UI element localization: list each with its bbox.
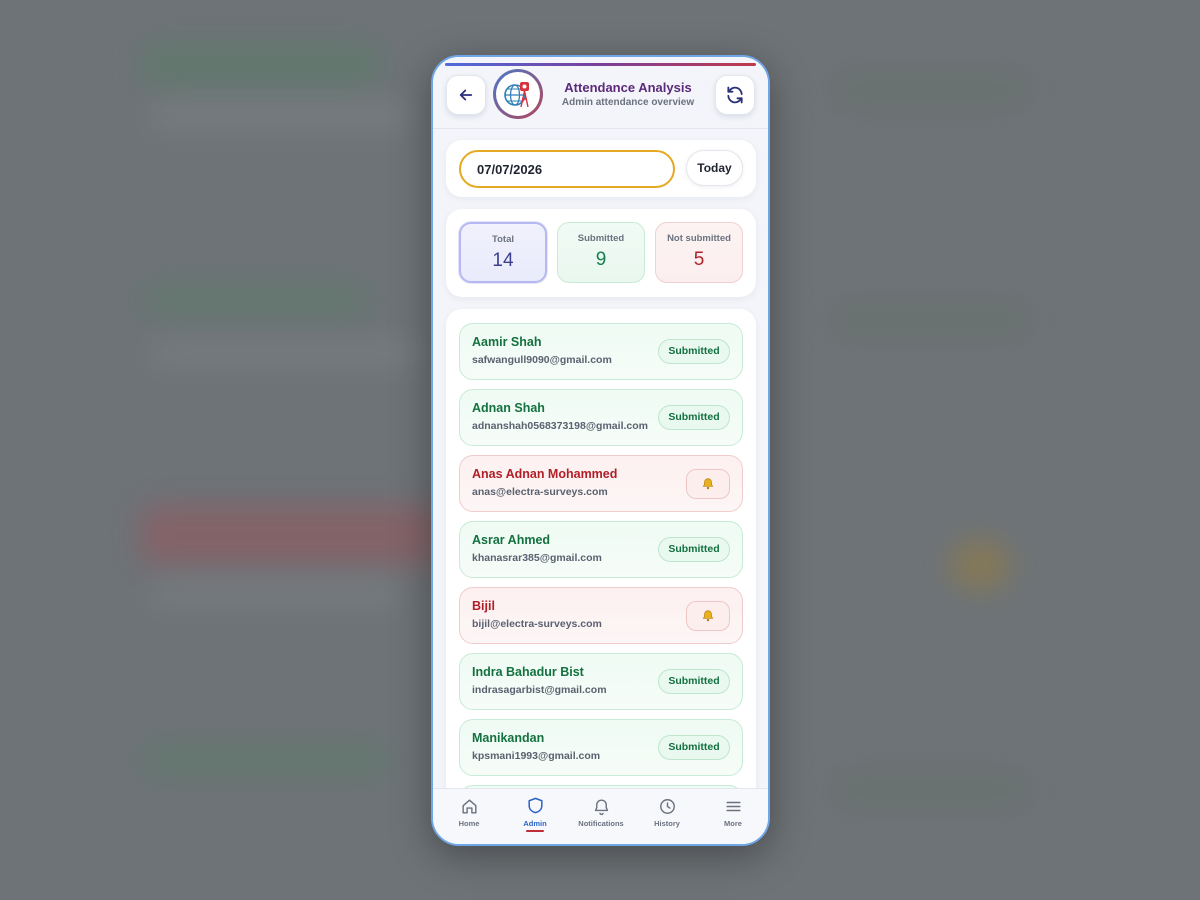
header-accent-line	[445, 63, 756, 66]
list-item[interactable]: Manikandan kpsmani1993@gmail.com Submitt…	[459, 719, 743, 776]
employee-email: adnanshah0568373198@gmail.com	[472, 420, 648, 432]
nav-history[interactable]: History	[637, 797, 697, 828]
background-blur	[140, 40, 380, 90]
background-blur	[140, 280, 370, 320]
status-badge: Submitted	[658, 339, 730, 364]
employee-email: bijil@electra-surveys.com	[472, 618, 602, 630]
background-blur	[150, 100, 410, 130]
stat-submitted-label: Submitted	[577, 233, 625, 244]
background-blur	[830, 70, 1030, 110]
stat-submitted-value: 9	[595, 249, 607, 270]
list-item[interactable]: Adnan Shah adnanshah0568373198@gmail.com…	[459, 389, 743, 446]
employee-list: Aamir Shah safwangull9090@gmail.com Subm…	[446, 309, 756, 799]
today-button[interactable]: Today	[686, 150, 743, 186]
employee-name: Indra Bahadur Bist	[472, 665, 584, 679]
refresh-icon	[727, 86, 743, 104]
list-item[interactable]: Aamir Shah safwangull9090@gmail.com Subm…	[459, 323, 743, 380]
globe-tower-logo	[504, 82, 529, 108]
date-filter-card: Today	[446, 140, 756, 197]
background-blur	[150, 340, 420, 366]
status-badge: Submitted	[658, 537, 730, 562]
stat-total-value: 14	[492, 250, 514, 271]
employee-name: Adnan Shah	[472, 401, 545, 415]
arrow-left-icon	[459, 89, 473, 101]
nav-notifications[interactable]: Notifications	[571, 797, 631, 828]
employee-email: safwangull9090@gmail.com	[472, 354, 612, 366]
employee-email: indrasagarbist@gmail.com	[472, 684, 607, 696]
background-blur	[950, 540, 1010, 590]
nav-history-label: History	[654, 819, 680, 828]
home-icon	[461, 799, 477, 814]
stat-not-submitted-label: Not submitted	[667, 233, 731, 244]
refresh-button[interactable]	[715, 75, 755, 115]
stat-total[interactable]: Total 14	[459, 222, 547, 283]
nav-more[interactable]: More	[703, 797, 763, 828]
background-blur	[830, 770, 1030, 810]
background-blur	[140, 505, 440, 565]
nav-home-label: Home	[458, 819, 480, 828]
active-indicator	[526, 830, 544, 832]
phone-frame: Attendance Analysis Admin attendance ove…	[431, 55, 770, 846]
nav-admin-label: Admin	[523, 819, 547, 828]
background-blur	[150, 580, 400, 606]
list-item[interactable]: Anas Adnan Mohammed anas@electra-surveys…	[459, 455, 743, 512]
employee-name: Bijil	[472, 599, 495, 613]
nav-admin[interactable]: Admin	[505, 795, 565, 832]
employee-email: kpsmani1993@gmail.com	[472, 750, 601, 762]
employee-name: Anas Adnan Mohammed	[472, 467, 618, 481]
list-item[interactable]: Asrar Ahmed khanasrar385@gmail.com Submi…	[459, 521, 743, 578]
list-item[interactable]: Indra Bahadur Bist indrasagarbist@gmail.…	[459, 653, 743, 710]
list-item[interactable]: Bijil bijil@electra-surveys.com	[459, 587, 743, 644]
background-blur	[140, 740, 390, 780]
nav-home[interactable]: Home	[439, 797, 499, 828]
employee-email: khanasrar385@gmail.com	[472, 552, 602, 564]
stat-not-submitted-value: 5	[693, 249, 705, 270]
menu-icon	[725, 801, 741, 812]
app-header: Attendance Analysis Admin attendance ove…	[433, 57, 768, 129]
remind-button[interactable]	[686, 469, 730, 499]
bell-outline-icon	[594, 799, 608, 816]
employee-email: anas@electra-surveys.com	[472, 486, 608, 498]
remind-button[interactable]	[686, 601, 730, 631]
date-input[interactable]	[459, 150, 675, 188]
page-subtitle: Admin attendance overview	[561, 97, 695, 108]
stats-card: Total 14 Submitted 9 Not submitted 5	[446, 209, 756, 297]
employee-name: Manikandan	[472, 731, 545, 745]
page-title: Attendance Analysis	[564, 80, 692, 95]
bell-icon	[702, 478, 714, 490]
nav-notifications-label: Notifications	[578, 819, 624, 828]
status-badge: Submitted	[658, 669, 730, 694]
stat-not-submitted[interactable]: Not submitted 5	[655, 222, 743, 283]
status-badge: Submitted	[658, 735, 730, 760]
employee-name: Asrar Ahmed	[472, 533, 551, 547]
stat-submitted[interactable]: Submitted 9	[557, 222, 645, 283]
shield-icon	[527, 797, 543, 814]
employee-name: Aamir Shah	[472, 335, 542, 349]
back-button[interactable]	[446, 75, 486, 115]
bell-icon	[702, 610, 714, 622]
stat-total-label: Total	[492, 234, 514, 245]
background-blur	[830, 300, 1030, 340]
clock-icon	[659, 799, 675, 814]
nav-more-label: More	[724, 819, 742, 828]
app-logo	[493, 69, 543, 119]
status-badge: Submitted	[658, 405, 730, 430]
bottom-nav: Home Admin Notifications History More	[433, 788, 768, 844]
